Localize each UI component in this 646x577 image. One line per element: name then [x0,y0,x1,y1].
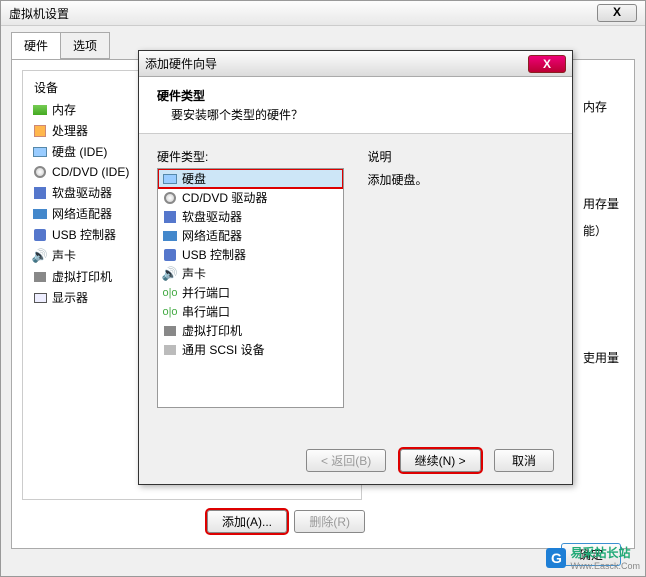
device-item-label: 声卡 [52,247,76,264]
wizard-right-column: 说明 添加硬盘。 [368,148,555,430]
wizard-header: 硬件类型 要安装哪个类型的硬件？ [139,77,572,134]
hardware-type-item-label: 声卡 [182,265,206,282]
side-usage-label: 吏用量 [583,349,619,366]
device-item-label: 硬盘 (IDE) [52,143,107,160]
tab-options[interactable]: 选项 [60,32,110,59]
hardware-type-item-print[interactable]: 虚拟打印机 [158,321,343,340]
port-icon: o|o [162,304,178,320]
device-item-label: CD/DVD (IDE) [52,165,129,179]
cd-icon [32,164,48,180]
add-button[interactable]: 添加(A)... [207,510,287,533]
device-item-label: 网络适配器 [52,205,112,222]
print-icon [162,323,178,339]
wizard-footer: < 返回(B) 继续(N) > 取消 [300,449,558,472]
hardware-type-item-label: CD/DVD 驱动器 [182,189,267,206]
side-neng-label: 能） [583,222,619,239]
watermark: G 易采站长站 Www.Easck.Com [546,544,640,571]
main-close-button[interactable]: X [597,4,637,22]
sound-icon: 🔊 [162,266,178,282]
watermark-sub: Www.Easck.Com [570,561,640,571]
watermark-logo-icon: G [546,548,566,568]
hardware-type-item-label: 网络适配器 [182,227,242,244]
description-text: 添加硬盘。 [368,171,555,188]
main-title: 虚拟机设置 [9,5,69,22]
hardware-type-item-port[interactable]: o|o并行端口 [158,283,343,302]
usb-icon [32,227,48,243]
remove-button[interactable]: 删除(R) [294,510,365,533]
summary-labels: 内存 用存量 能） 吏用量 [583,80,619,446]
port-icon: o|o [162,285,178,301]
wizard-left-column: 硬件类型: 硬盘CD/DVD 驱动器软盘驱动器网络适配器USB 控制器🔊声卡o|… [157,148,344,430]
device-item-label: USB 控制器 [52,226,116,243]
hardware-type-item-scsi[interactable]: 通用 SCSI 设备 [158,340,343,359]
disk-icon [32,144,48,160]
usb-icon [162,247,178,263]
device-buttons: 添加(A)... 删除(R) [207,510,369,533]
hardware-type-item-usb[interactable]: USB 控制器 [158,245,343,264]
net-icon [32,206,48,222]
memory-icon [32,102,48,118]
hardware-type-item-sound[interactable]: 🔊声卡 [158,264,343,283]
display-icon [32,290,48,306]
add-hardware-wizard: 添加硬件向导 X 硬件类型 要安装哪个类型的硬件？ 硬件类型: 硬盘 CD/DVD… [138,50,573,485]
floppy-icon [32,185,48,201]
hardware-type-item-floppy[interactable]: 软盘驱动器 [158,207,343,226]
hardware-type-item-label: 串行端口 [182,303,230,320]
scsi-icon [162,342,178,358]
device-item-label: 处理器 [52,122,88,139]
hardware-type-item-port[interactable]: o|o串行端口 [158,302,343,321]
hardware-type-item-label: 通用 SCSI 设备 [182,341,265,358]
hardware-type-label: 硬件类型: [157,148,344,165]
hardware-type-item-label: 虚拟打印机 [182,322,242,339]
main-titlebar: 虚拟机设置 X [1,1,645,26]
wizard-heading: 硬件类型 [157,87,554,104]
watermark-text: 易采站长站 [570,546,630,560]
floppy-icon [162,209,178,225]
description-label: 说明 [368,148,555,165]
side-swap-label: 用存量 [583,195,619,212]
device-item-label: 显示器 [52,289,88,306]
device-item-label: 内存 [52,101,76,118]
back-button[interactable]: < 返回(B) [306,449,386,472]
wizard-body: 硬件类型: 硬盘CD/DVD 驱动器软盘驱动器网络适配器USB 控制器🔊声卡o|… [139,134,572,444]
side-memory-label: 内存 [583,98,619,115]
hardware-type-listbox[interactable]: 硬盘CD/DVD 驱动器软盘驱动器网络适配器USB 控制器🔊声卡o|o并行端口o… [157,168,344,408]
cancel-button[interactable]: 取消 [494,449,554,472]
cpu-icon [32,123,48,139]
next-button[interactable]: 继续(N) > [400,449,481,472]
disk-icon [162,171,178,187]
hardware-type-item-label: 并行端口 [182,284,230,301]
wizard-subheading: 要安装哪个类型的硬件？ [171,106,554,123]
tab-hardware[interactable]: 硬件 [11,32,61,59]
device-item-label: 软盘驱动器 [52,184,112,201]
hardware-type-item-label: USB 控制器 [182,246,246,263]
cd-icon [162,190,178,206]
sound-icon: 🔊 [32,248,48,264]
net-icon [162,228,178,244]
hardware-type-item-label: 硬盘 [182,170,206,187]
hardware-type-item-label: 软盘驱动器 [182,208,242,225]
hardware-type-item-disk[interactable]: 硬盘 [158,169,343,188]
wizard-titlebar: 添加硬件向导 X [139,51,572,77]
wizard-title: 添加硬件向导 [145,55,217,72]
device-item-label: 虚拟打印机 [52,268,112,285]
wizard-close-button[interactable]: X [528,55,566,73]
hardware-type-item-cd[interactable]: CD/DVD 驱动器 [158,188,343,207]
hardware-type-item-net[interactable]: 网络适配器 [158,226,343,245]
print-icon [32,269,48,285]
